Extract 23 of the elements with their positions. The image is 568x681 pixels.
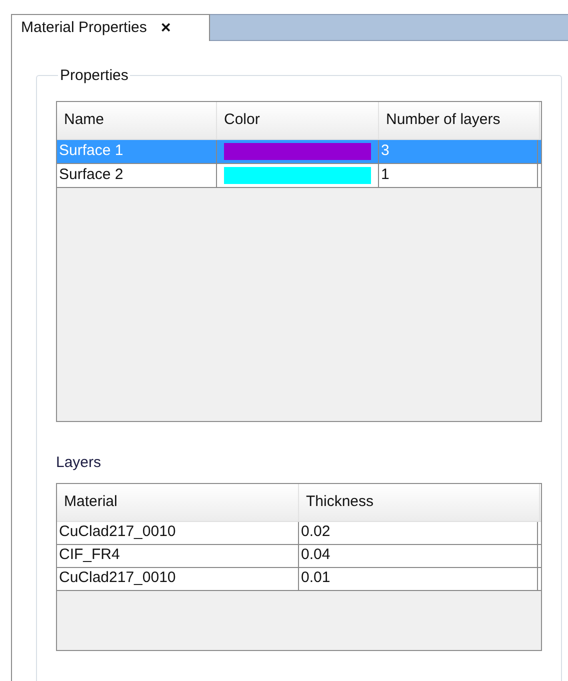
table-row[interactable]: Surface 2 1 bbox=[57, 164, 541, 188]
color-swatch[interactable] bbox=[224, 167, 371, 184]
tab-label: Material Properties bbox=[21, 18, 147, 38]
table-cell: 3 bbox=[379, 140, 538, 163]
table-cell: 0.01 bbox=[299, 568, 538, 590]
color-swatch[interactable] bbox=[224, 143, 371, 160]
table-cell: CuClad217_0010 bbox=[57, 522, 299, 544]
table-cell: 1 bbox=[379, 164, 538, 187]
section-title: Layers bbox=[56, 453, 102, 473]
column-header[interactable]: Name bbox=[57, 102, 217, 139]
table-cell: 0.02 bbox=[299, 522, 538, 544]
table-cell: CIF_FR4 bbox=[57, 544, 299, 566]
column-header[interactable]: Color bbox=[217, 102, 379, 139]
tab[interactable]: Material Properties × bbox=[11, 14, 210, 40]
table-cell: CuClad217_0010 bbox=[57, 568, 299, 590]
table-cell: Surface 2 bbox=[57, 164, 217, 187]
column-header[interactable]: Material bbox=[57, 484, 299, 520]
column-header[interactable]: Number of layers bbox=[379, 102, 540, 139]
column-header[interactable]: Thickness bbox=[299, 484, 540, 520]
group-title: Properties bbox=[59, 66, 130, 86]
table-cell: Surface 1 bbox=[57, 140, 217, 163]
table-cell: 0.04 bbox=[299, 544, 538, 566]
close-button[interactable]: × bbox=[160, 15, 171, 40]
